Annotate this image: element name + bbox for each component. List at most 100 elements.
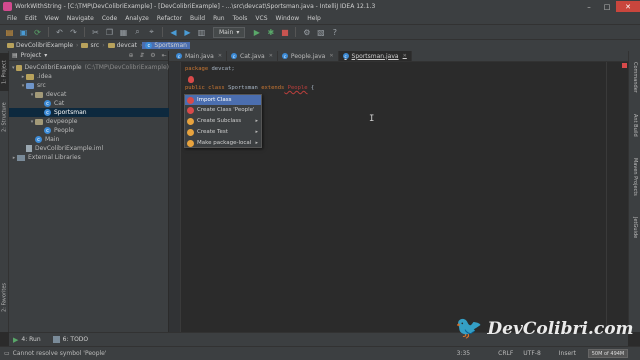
tree-item[interactable]: ▾ DevColibriExample (C:\TMP\DevColibriExam… bbox=[9, 63, 169, 72]
breadcrumb-src[interactable]: src bbox=[78, 42, 102, 49]
breadcrumb-package[interactable]: devcat bbox=[105, 42, 140, 49]
collapse-all-icon[interactable]: ⇵ bbox=[138, 52, 146, 59]
tree-item[interactable]: ▾ devcat bbox=[9, 90, 169, 99]
menu-edit[interactable]: Edit bbox=[21, 15, 41, 22]
hide-icon[interactable]: ⇤ bbox=[160, 52, 168, 59]
caret-position[interactable]: 3:35 bbox=[457, 350, 470, 357]
run-icon[interactable]: ▶ bbox=[251, 27, 262, 38]
forward-icon[interactable]: ▶ bbox=[182, 27, 193, 38]
tab-structure[interactable]: 2: Structure bbox=[0, 97, 9, 137]
help-icon[interactable]: ? bbox=[329, 27, 340, 38]
synchronize-icon[interactable]: ⟳ bbox=[32, 27, 43, 38]
error-stripe-marker[interactable] bbox=[622, 63, 627, 68]
tab-main-java[interactable]: c Main.java ✕ bbox=[172, 51, 228, 61]
menu-bar: File Edit View Navigate Code Analyze Ref… bbox=[0, 13, 640, 24]
minimize-button[interactable]: – bbox=[580, 1, 598, 12]
folder-icon bbox=[15, 64, 22, 71]
chevron-down-icon[interactable]: ▾ bbox=[44, 52, 47, 59]
tree-item[interactable]: ▾ src bbox=[9, 81, 169, 90]
cut-icon[interactable]: ✂ bbox=[90, 27, 101, 38]
tab-run[interactable]: ▶ 4: Run bbox=[13, 336, 41, 344]
intention-make-package-local[interactable]: Make package-local ▸ bbox=[185, 138, 261, 148]
breadcrumb-class[interactable]: c Sportsman bbox=[142, 42, 190, 49]
tree-item[interactable]: c Sportsman bbox=[9, 108, 169, 117]
menu-code[interactable]: Code bbox=[98, 15, 121, 22]
stop-icon[interactable]: ■ bbox=[279, 27, 290, 38]
project-structure-icon[interactable]: ▧ bbox=[315, 27, 326, 38]
replace-icon[interactable]: ⌖ bbox=[146, 27, 157, 38]
tree-item[interactable]: c People bbox=[9, 126, 169, 135]
keyword-package: package bbox=[185, 66, 209, 72]
status-window-icon[interactable]: ▭ bbox=[4, 350, 10, 357]
project-panel: ▤ Project ▾ ⊕ ⇵ ⚙ ⇤ ▾ DevColibriExample (C… bbox=[9, 51, 169, 332]
menu-analyze[interactable]: Analyze bbox=[121, 15, 153, 22]
tree-item[interactable]: DevColibriExample.iml bbox=[9, 144, 169, 153]
gear-icon[interactable]: ⚙ bbox=[149, 52, 157, 59]
menu-navigate[interactable]: Navigate bbox=[63, 15, 98, 22]
tab-people-java[interactable]: c People.java ✕ bbox=[278, 51, 339, 61]
tree-item[interactable]: ▸ .idea bbox=[9, 72, 169, 81]
tab-sportsman-java[interactable]: c Sportsman.java ✕ bbox=[338, 51, 412, 61]
menu-tools[interactable]: Tools bbox=[229, 15, 252, 22]
paste-icon[interactable]: ▦ bbox=[118, 27, 129, 38]
intention-create-class[interactable]: Create Class 'People' bbox=[185, 105, 261, 115]
chevron-down-icon[interactable]: ▾ bbox=[11, 65, 16, 71]
intention-import-class[interactable]: Import Class bbox=[185, 95, 261, 105]
locate-icon[interactable]: ⊕ bbox=[127, 52, 135, 59]
submenu-arrow-icon: ▸ bbox=[255, 140, 258, 146]
close-tab-icon[interactable]: ✕ bbox=[269, 53, 273, 59]
menu-help[interactable]: Help bbox=[303, 15, 325, 22]
menu-vcs[interactable]: VCS bbox=[251, 15, 271, 22]
tree-item[interactable]: ▾ devpeople bbox=[9, 117, 169, 126]
quickfix-bulb-icon[interactable] bbox=[188, 76, 194, 83]
menu-view[interactable]: View bbox=[41, 15, 63, 22]
breadcrumb: DevColibriExample › src › devcat › c Spo… bbox=[0, 39, 640, 51]
line-separator[interactable]: CRLF bbox=[498, 350, 513, 357]
status-message-text: Cannot resolve symbol 'People' bbox=[12, 350, 107, 357]
tab-ant-build[interactable]: Ant Build bbox=[630, 107, 640, 143]
project-view-title[interactable]: Project bbox=[21, 52, 42, 59]
maximize-button[interactable]: □ bbox=[598, 1, 616, 12]
close-button[interactable]: ✕ bbox=[616, 1, 640, 12]
intention-create-test[interactable]: Create Test ▸ bbox=[185, 127, 261, 137]
toolbar-separator bbox=[48, 27, 49, 37]
code-line-3: public class Sportsman extends People { bbox=[185, 84, 314, 92]
run-configuration-select[interactable]: Main ▾ bbox=[213, 26, 246, 38]
tab-favorites[interactable]: 2: Favorites bbox=[0, 277, 9, 317]
insert-mode[interactable]: Insert bbox=[559, 350, 576, 357]
tree-item[interactable]: c Cat bbox=[9, 99, 169, 108]
undo-icon[interactable]: ↶ bbox=[54, 27, 65, 38]
file-encoding[interactable]: UTF-8 bbox=[523, 350, 541, 357]
close-tab-icon[interactable]: ✕ bbox=[218, 53, 222, 59]
tree-item-label: Sportsman bbox=[54, 109, 87, 116]
back-icon[interactable]: ◀ bbox=[168, 27, 179, 38]
tab-commander[interactable]: Commander bbox=[630, 57, 640, 97]
tab-jetguide[interactable]: JetGuide bbox=[630, 211, 640, 245]
memory-indicator[interactable]: 50M of 494M bbox=[588, 349, 628, 358]
editor-gutter[interactable] bbox=[169, 62, 181, 332]
debug-icon[interactable]: ✱ bbox=[265, 27, 276, 38]
find-icon[interactable]: ⌕ bbox=[132, 27, 143, 38]
copy-icon[interactable]: ❐ bbox=[104, 27, 115, 38]
save-all-icon[interactable]: ▣ bbox=[18, 27, 29, 38]
menu-window[interactable]: Window bbox=[272, 15, 304, 22]
close-tab-icon[interactable]: ✕ bbox=[403, 53, 407, 59]
menu-file[interactable]: File bbox=[3, 15, 21, 22]
menu-refactor[interactable]: Refactor bbox=[153, 15, 186, 22]
menu-build[interactable]: Build bbox=[186, 15, 209, 22]
tree-item[interactable]: c Main bbox=[9, 135, 169, 144]
close-tab-icon[interactable]: ✕ bbox=[329, 53, 333, 59]
folder-icon bbox=[26, 73, 34, 80]
tab-maven-projects[interactable]: Maven Projects bbox=[630, 151, 640, 203]
menu-run[interactable]: Run bbox=[209, 15, 229, 22]
tab-project[interactable]: 1: Project bbox=[0, 53, 9, 91]
redo-icon[interactable]: ↷ bbox=[68, 27, 79, 38]
settings-icon[interactable]: ⚙ bbox=[301, 27, 312, 38]
make-project-icon[interactable]: ▥ bbox=[196, 27, 207, 38]
tab-todo[interactable]: 6: TODO bbox=[52, 336, 88, 343]
intention-create-subclass[interactable]: Create Subclass ▸ bbox=[185, 116, 261, 126]
tree-item[interactable]: ▸ External Libraries bbox=[9, 153, 169, 162]
open-icon[interactable]: ▤ bbox=[4, 27, 15, 38]
tab-cat-java[interactable]: c Cat.java ✕ bbox=[227, 51, 278, 61]
breadcrumb-project[interactable]: DevColibriExample bbox=[4, 42, 76, 49]
